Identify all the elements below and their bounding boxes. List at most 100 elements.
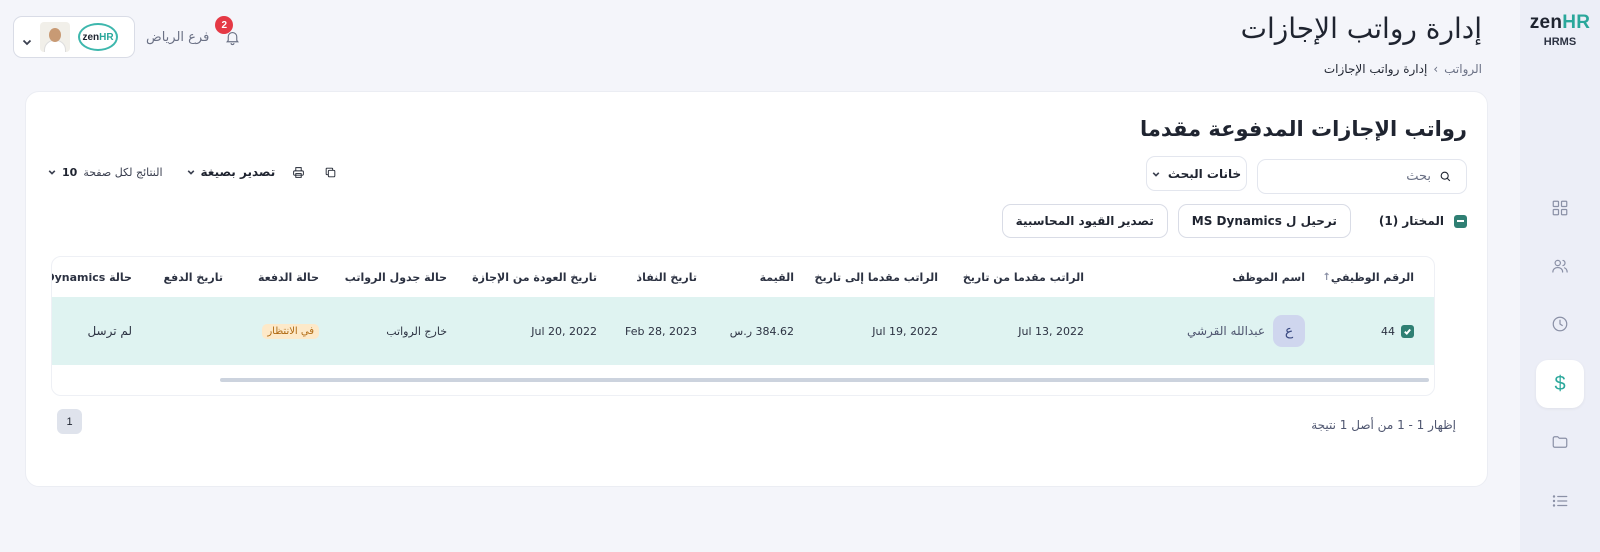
to-date-cell: Jul 19, 2022 [872,324,938,338]
user-avatar [40,22,70,52]
from-date-cell: Jul 13, 2022 [1018,324,1084,338]
column-header[interactable]: حالة جدول الرواتب [345,257,447,297]
amount-cell: 384.62 ر.س [729,324,794,338]
search-fields-dropdown[interactable]: خانات البحث [1146,156,1247,191]
column-header-label: القيمة [759,270,794,284]
sidebar-item-dashboard[interactable] [1536,184,1584,232]
per-page-select[interactable]: النتائج لكل صفحة 10 [48,166,163,179]
chevron-down-icon [1152,171,1160,177]
column-header[interactable]: حالة الدفعة [258,257,319,297]
return-date-cell: Jul 20, 2022 [531,324,597,338]
sidebar-item-attendance[interactable] [1536,300,1584,348]
app-sidebar: zenHR HRMS $ [1520,0,1600,552]
column-header[interactable]: اسم الموظف [1232,257,1305,297]
breadcrumb-payroll-link[interactable]: الرواتب [1444,62,1482,76]
dashboard-grid-icon [1552,200,1568,216]
column-header[interactable]: تاريخ النفاذ [636,257,697,297]
column-header-label: حالة جدول الرواتب [344,270,447,284]
column-header-label: الراتب مقدما إلى تاريخ [814,270,938,284]
employee-avatar: ع [1273,315,1305,347]
sidebar-item-payroll[interactable]: $ [1536,360,1584,408]
sidebar-item-documents[interactable] [1536,418,1584,466]
copy-icon [325,167,336,177]
row-checkbox[interactable] [1401,324,1414,338]
search-icon [1440,171,1451,182]
column-header-label: حالة Dynamics [51,270,132,284]
company-logo: zen HR [78,23,118,51]
bulk-actions-bar: المختار (1) ترحيل ل MS Dynamics تصدير ال… [1001,204,1467,238]
pagination-page-1[interactable]: 1 [57,409,82,434]
column-header-label: الراتب مقدما من تاريخ [962,270,1084,284]
column-header[interactable]: الرقم الوظيفي ↑ [1318,257,1415,297]
print-button[interactable] [289,163,307,181]
list-icon [1552,495,1568,507]
table-toolbar: النتائج لكل صفحة 10 تصدير بصيغة [48,163,339,181]
company-logo-accent: HR [99,31,114,43]
status-badge: في الانتظار [262,323,319,339]
brand-accent: HR [1562,12,1591,33]
search-fields-label: خانات البحث [1167,166,1242,181]
column-header[interactable]: القيمة [760,257,794,297]
users-icon [1552,259,1568,273]
breadcrumb: الرواتب › إدارة رواتب الإجازات [1324,62,1482,76]
notifications-button[interactable]: 2 [215,16,243,48]
chevron-down-icon [22,32,32,46]
company-logo-text: zen [82,31,100,43]
dynamics-status-cell: لم ترسل [87,324,132,338]
copy-button[interactable] [321,163,339,181]
branch-name: فرع الرياض [146,29,210,45]
horizontal-scrollbar[interactable] [220,378,1429,382]
export-format-dropdown[interactable]: تصدير بصيغة [187,165,276,179]
sidebar-item-employees[interactable] [1536,242,1584,290]
card-title: رواتب الإجازات المدفوعة مقدما [1139,117,1467,141]
brand-name: zen [1529,12,1563,33]
sidebar-item-reports[interactable] [1536,477,1584,525]
per-page-value: 10 [62,165,78,179]
check-icon [1404,328,1411,335]
company-switcher[interactable]: zen HR [13,16,135,58]
folder-icon [1552,436,1568,448]
search-box[interactable] [1257,159,1467,194]
employee-id-cell: 44 [1381,297,1414,365]
employee-name-cell: ع عبدالله القرشي [1187,297,1305,365]
employee-id: 44 [1381,324,1395,338]
column-header-label: تاريخ النفاذ [636,270,697,284]
breadcrumb-current: إدارة رواتب الإجازات [1323,62,1428,76]
column-header[interactable]: تاريخ الدفع [164,257,223,297]
column-header-label: الرقم الوظيفي [1330,270,1414,284]
prepaid-leave-salaries-card: رواتب الإجازات المدفوعة مقدما خانات البح… [25,91,1488,487]
chevron-down-icon [48,170,56,175]
column-header-label: اسم الموظف [1232,270,1305,284]
export-format-label: تصدير بصيغة [200,165,276,179]
chevron-left-icon: › [1433,62,1439,76]
column-header[interactable]: تاريخ العودة من الإجازة [472,257,597,297]
select-all-checkbox[interactable] [1454,214,1467,228]
print-icon [292,166,304,178]
effective-date-cell: Feb 28, 2023 [625,324,697,338]
table-header: الرقم الوظيفي ↑ اسم الموظف الراتب مقدما م… [52,257,1434,297]
employee-name-link[interactable]: عبدالله القرشي [1187,324,1265,338]
brand-subtitle: HRMS [1543,36,1577,48]
results-summary: إظهار 1 - 1 من أصل 1 نتيجة [1311,418,1456,432]
export-accounting-entries-button[interactable]: تصدير القيود المحاسبية [1001,204,1168,238]
table-row[interactable]: 44 ع عبدالله القرشي Jul 13, 2022 Jul 19,… [52,297,1434,365]
data-table: الرقم الوظيفي ↑ اسم الموظف الراتب مقدما م… [51,256,1435,396]
page-title: إدارة رواتب الإجازات [1240,12,1482,45]
column-header[interactable]: حالة Dynamics [51,257,132,297]
sort-up-icon: ↑ [1322,271,1331,283]
column-header[interactable]: الراتب مقدما إلى تاريخ [815,257,938,297]
selected-count-label: المختار (1) [1378,214,1444,228]
payroll-status-cell: خارج الرواتب [386,324,447,338]
post-to-ms-dynamics-button[interactable]: ترحيل ل MS Dynamics [1177,204,1351,238]
column-header[interactable]: الراتب مقدما من تاريخ [963,257,1084,297]
search-input[interactable] [1281,169,1431,184]
payment-status-cell: في الانتظار [262,297,319,365]
header-user-area: zen HR فرع الرياض 2 [13,16,243,58]
chevron-down-icon [187,170,194,175]
column-header-label: تاريخ العودة من الإجازة [472,270,597,284]
column-header-label: تاريخ الدفع [163,270,223,284]
brand-logo[interactable]: zenHR HRMS [1520,12,1600,48]
dollar-icon: $ [1554,372,1566,395]
clock-icon [1552,316,1568,332]
per-page-label: النتائج لكل صفحة [83,165,163,179]
